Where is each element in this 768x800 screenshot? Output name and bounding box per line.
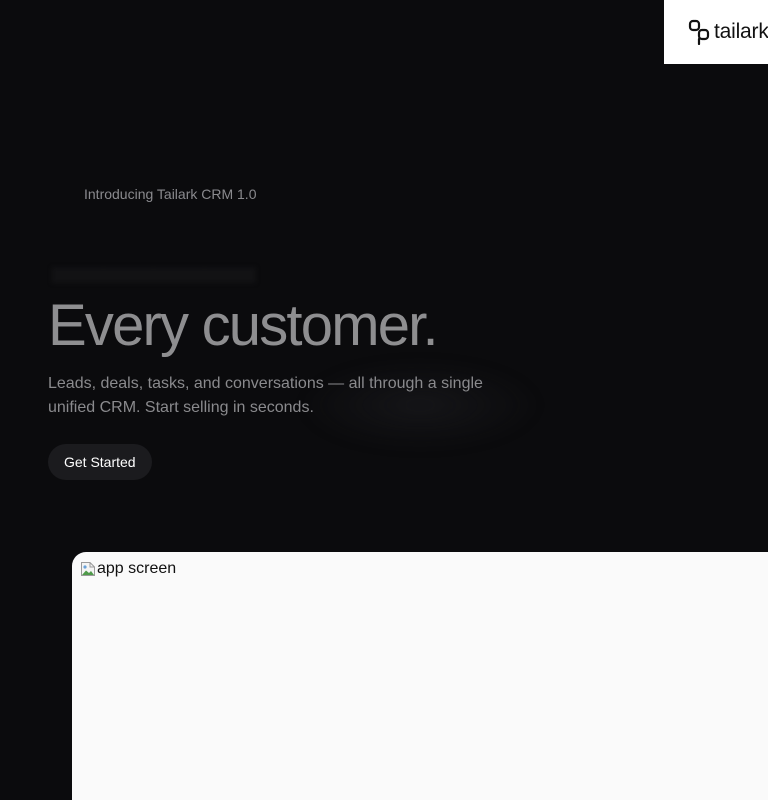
broken-image-icon xyxy=(81,562,95,576)
hero-subtitle: Leads, deals, tasks, and conversations —… xyxy=(48,375,483,416)
hero-title: Every customer. xyxy=(48,293,439,358)
brand-logo-link[interactable]: tailark xyxy=(664,0,768,64)
brand-logo: tailark xyxy=(688,19,768,45)
app-screen-image: app screen xyxy=(80,560,176,578)
decorative-ghost-text: ▬▬▬▬ xyxy=(52,237,256,295)
landing-page: tailark Introducing Tailark CRM 1.0 ▬▬▬▬… xyxy=(0,0,768,800)
announcement-badge[interactable]: Introducing Tailark CRM 1.0 xyxy=(84,186,256,202)
image-alt-text: app screen xyxy=(97,560,177,577)
brand-name: tailark xyxy=(714,20,768,43)
app-preview-card: app screen xyxy=(72,552,768,800)
get-started-button[interactable]: Get Started xyxy=(48,444,152,480)
tailark-logo-icon xyxy=(688,19,710,45)
